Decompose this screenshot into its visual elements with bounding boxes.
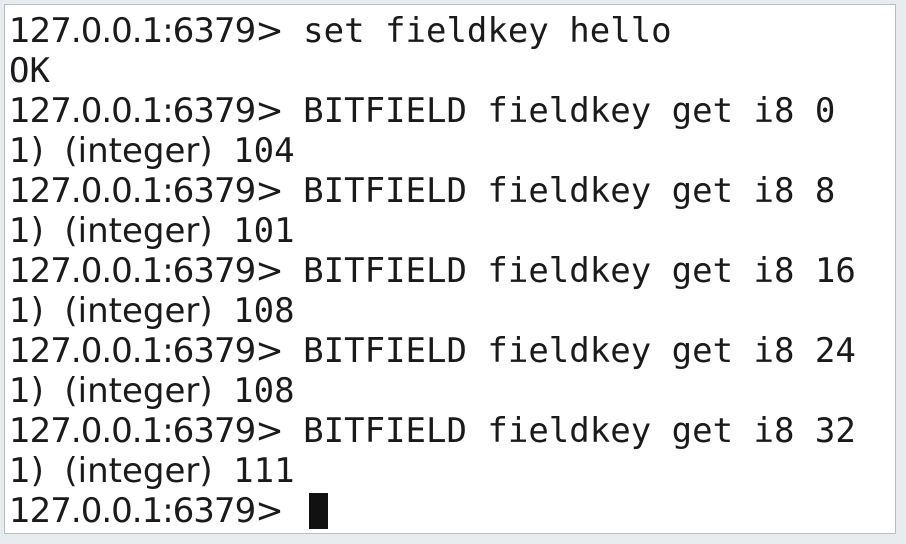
result-type: (integer) (64, 371, 213, 411)
prompt: 127.0.0.1:6379> (9, 491, 284, 531)
prompt: 127.0.0.1:6379> (9, 91, 284, 131)
command-line: 127.0.0.1:6379> BITFIELD fieldkey get i8… (9, 171, 895, 211)
result-index: 1) (9, 371, 44, 411)
result-value: 104 (233, 131, 295, 171)
result-line: 1) (integer) 108 (9, 371, 895, 411)
result-type: (integer) (64, 451, 213, 491)
prompt: 127.0.0.1:6379> (9, 411, 284, 451)
result-value: 108 (233, 371, 295, 411)
text-cursor (309, 493, 329, 529)
result-line: 1) (integer) 111 (9, 451, 895, 491)
command-text: BITFIELD fieldkey get i8 8 (303, 171, 836, 211)
command-line: 127.0.0.1:6379> set fieldkey hello (9, 11, 895, 51)
result-index: 1) (9, 211, 44, 251)
prompt: 127.0.0.1:6379> (9, 331, 284, 371)
output-line: OK (9, 51, 895, 91)
result-line: 1) (integer) 104 (9, 131, 895, 171)
terminal-output: 127.0.0.1:6379> set fieldkey hello OK 127.… (9, 11, 895, 491)
result-index: 1) (9, 291, 44, 331)
command-text: BITFIELD fieldkey get i8 24 (303, 331, 856, 371)
result-index: 1) (9, 131, 44, 171)
prompt: 127.0.0.1:6379> (9, 171, 284, 211)
command-line: 127.0.0.1:6379> BITFIELD fieldkey get i8… (9, 411, 895, 451)
active-prompt-line[interactable]: 127.0.0.1:6379> (9, 491, 895, 531)
command-text: BITFIELD fieldkey get i8 32 (303, 411, 856, 451)
result-line: 1) (integer) 108 (9, 291, 895, 331)
command-line: 127.0.0.1:6379> BITFIELD fieldkey get i8… (9, 91, 895, 131)
result-type: (integer) (64, 131, 213, 171)
result-type: (integer) (64, 291, 213, 331)
command-line: 127.0.0.1:6379> BITFIELD fieldkey get i8… (9, 331, 895, 371)
redis-cli-terminal[interactable]: 127.0.0.1:6379> set fieldkey hello OK 127.… (4, 4, 896, 534)
result-value: 101 (233, 211, 295, 251)
command-text: BITFIELD fieldkey get i8 0 (303, 91, 836, 131)
command-text: BITFIELD fieldkey get i8 16 (303, 251, 856, 291)
output-text: OK (9, 51, 50, 91)
command-text: set fieldkey hello (303, 11, 672, 51)
result-line: 1) (integer) 101 (9, 211, 895, 251)
command-line: 127.0.0.1:6379> BITFIELD fieldkey get i8… (9, 251, 895, 291)
result-index: 1) (9, 451, 44, 491)
result-value: 111 (233, 451, 295, 491)
prompt: 127.0.0.1:6379> (9, 251, 284, 291)
result-value: 108 (233, 291, 295, 331)
prompt: 127.0.0.1:6379> (9, 11, 284, 51)
result-type: (integer) (64, 211, 213, 251)
